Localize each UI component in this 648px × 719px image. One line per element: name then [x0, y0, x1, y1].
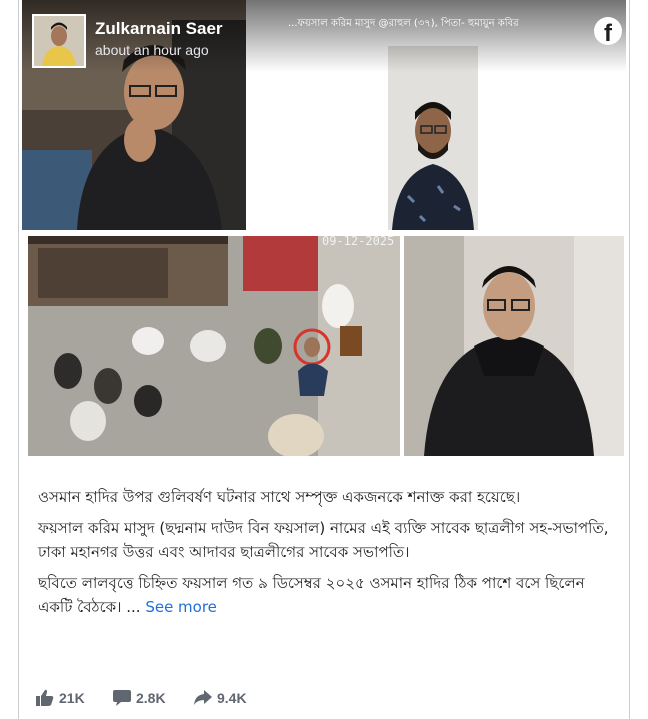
share-icon — [194, 690, 212, 705]
photo-cctv-meeting[interactable] — [28, 236, 400, 456]
avatar[interactable] — [32, 14, 86, 68]
see-more-link[interactable]: See more — [145, 598, 217, 616]
share-count: 9.4K — [217, 689, 247, 706]
photo-portrait[interactable] — [388, 46, 478, 230]
comment-stat[interactable]: 2.8K — [113, 689, 166, 706]
like-stat[interactable]: 21K — [36, 689, 85, 706]
engagement-bar: 21K 2.8K 9.4K — [36, 689, 596, 713]
share-stat[interactable]: 9.4K — [194, 689, 247, 706]
comment-count: 2.8K — [136, 689, 166, 706]
post-body: ওসমান হাদির উপর গুলিবর্ষণ ঘটনার সাথে সম্… — [38, 485, 612, 626]
author-name[interactable]: Zulkarnain Saer — [95, 19, 223, 39]
post-paragraph: ফয়সাল করিম মাসুদ (ছদ্মনাম দাউদ বিন ফয়স… — [38, 519, 609, 561]
thumbs-up-icon — [36, 689, 54, 706]
photo-man-hoodie[interactable] — [404, 236, 624, 456]
post-paragraph: ছবিতে লালবৃত্তে চিহ্নিত ফয়সাল গত ৯ ডিসে… — [38, 571, 612, 619]
post-paragraph-text: ছবিতে লালবৃত্তে চিহ্নিত ফয়সাল গত ৯ ডিসে… — [38, 574, 585, 616]
post-paragraph: ওসমান হাদির উপর গুলিবর্ষণ ঘটনার সাথে সম্… — [38, 488, 521, 506]
cctv-timestamp: 09-12-2025 — [322, 234, 395, 248]
facebook-icon[interactable]: f — [594, 17, 622, 45]
post-media-collage[interactable]: Zulkarnain Saer about an hour ago ...ফয়… — [22, 0, 626, 462]
post-left-border — [18, 0, 19, 719]
comment-icon — [113, 690, 131, 706]
header-caption: ...ফয়সাল করিম মাসুদ @রাহুল (৩৭), পিতা- … — [288, 18, 519, 29]
like-count: 21K — [59, 689, 85, 706]
post-right-border — [629, 0, 630, 719]
post-timestamp[interactable]: about an hour ago — [95, 42, 209, 58]
